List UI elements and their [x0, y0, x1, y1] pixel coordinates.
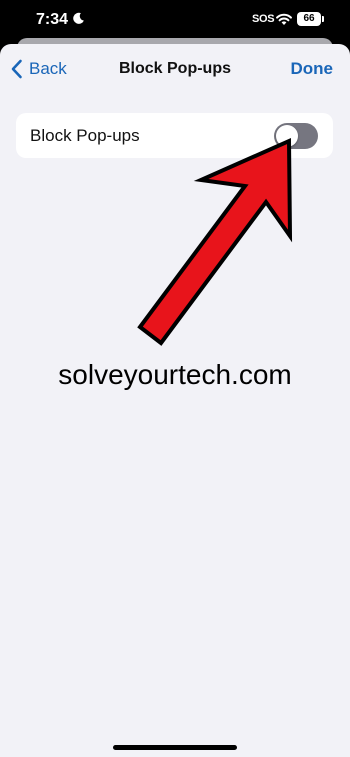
- block-popups-sheet: Back Block Pop-ups Done Block Pop-ups: [0, 44, 350, 757]
- sos-indicator: SOS: [252, 13, 275, 25]
- battery-cap: [322, 16, 324, 22]
- block-popups-label: Block Pop-ups: [30, 126, 140, 145]
- toggle-knob: [276, 125, 298, 147]
- status-bar: 7:34 SOS 66: [0, 0, 350, 40]
- block-popups-row: Block Pop-ups: [16, 113, 333, 158]
- moon-icon: [73, 12, 84, 24]
- done-button[interactable]: Done: [291, 59, 334, 79]
- block-popups-toggle[interactable]: [274, 123, 318, 149]
- battery-icon: 66: [297, 12, 321, 26]
- watermark-text: solveyourtech.com: [58, 359, 292, 390]
- status-time: 7:34: [36, 11, 69, 28]
- wifi-icon: [276, 13, 292, 25]
- home-indicator[interactable]: [113, 745, 237, 750]
